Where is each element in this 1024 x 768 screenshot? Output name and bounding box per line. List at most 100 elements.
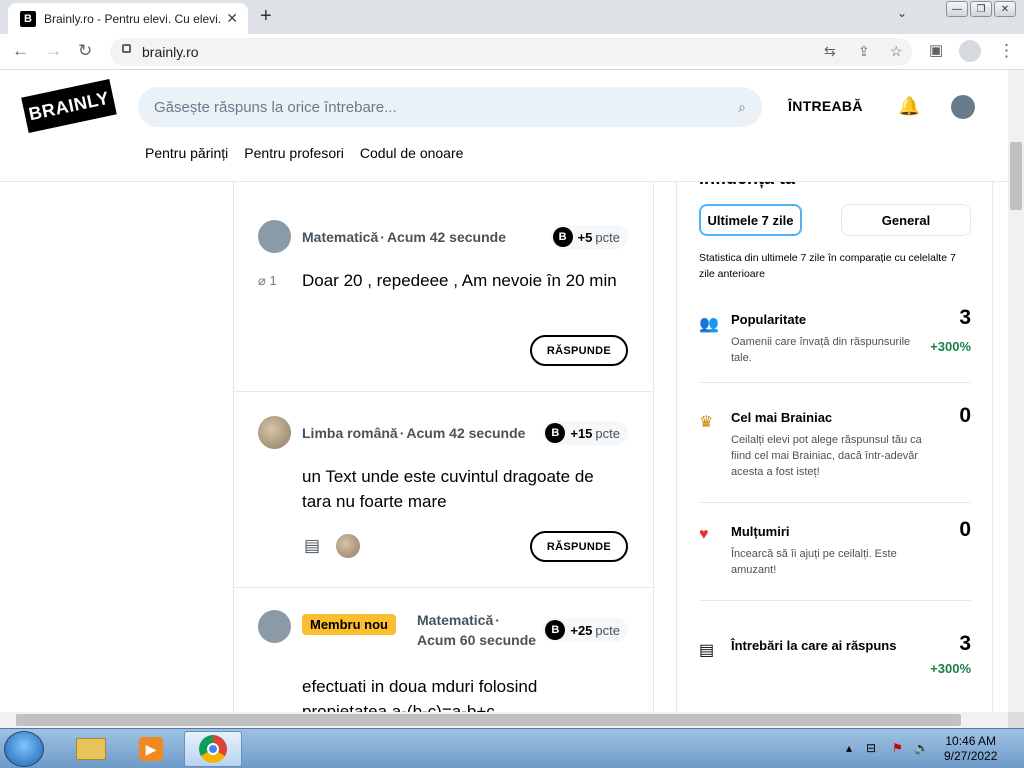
search-input[interactable]: Găsește răspuns la orice întrebare...	[154, 99, 738, 116]
question-meta: Limba română · Acum 42 secunde	[302, 425, 526, 441]
forward-arrow-icon[interactable]: →	[45, 41, 62, 61]
share-icon[interactable]: ⇪	[858, 43, 870, 60]
nav-link-honor-code[interactable]: Codul de onoare	[360, 145, 464, 161]
windows-taskbar: ▶ ▴ ⊟ ⚑ 🔈 10:46 AM 9/27/2022	[0, 728, 1024, 768]
influence-sidebar: Influența ta Ultimele 7 zile General Sta…	[676, 164, 993, 712]
brainly-b-icon: B	[552, 227, 573, 247]
stat-value: 3	[959, 632, 971, 655]
action-center-icon[interactable]: ⚑	[892, 741, 903, 755]
question-card[interactable]: Matematică · Acum 42 secunde B +5 pcte ⌀ 1 …	[234, 182, 654, 392]
user-avatar[interactable]	[258, 220, 291, 253]
side-panel-icon[interactable]: ▣	[929, 41, 943, 59]
site-header: BRAINLY Găsește răspuns la orice întreba…	[0, 70, 1008, 182]
notifications-bell-icon[interactable]: 🔔	[898, 96, 920, 117]
stat-value: 0	[959, 518, 971, 541]
new-member-badge: Membru nou	[302, 614, 396, 635]
question-meta: Matematică · Acum 42 secunde	[302, 229, 506, 245]
stat-desc: Oamenii care învață din răspunsurile tal…	[731, 336, 911, 364]
vertical-scrollbar-thumb[interactable]	[1010, 142, 1022, 210]
translate-icon[interactable]: ⇆	[824, 43, 836, 60]
brainly-b-icon: B	[545, 423, 566, 443]
tab-close-icon[interactable]: ✕	[226, 10, 238, 27]
question-card[interactable]: Limba română · Acum 42 secunde B +15 pcte u…	[234, 392, 654, 588]
tab-title: Brainly.ro - Pentru elevi. Cu elevi.	[44, 11, 221, 26]
points-badge: B +25 pcte	[543, 618, 628, 642]
file-explorer-taskbar-icon[interactable]	[62, 731, 120, 767]
stats-description: Statistica din ultimele 7 zile în compar…	[699, 252, 956, 280]
question-card[interactable]: Membru nou Matematică · Acum 60 secunde B…	[234, 588, 654, 712]
brainly-b-icon: B	[545, 620, 566, 640]
attachment-count: ⌀ 1	[258, 273, 277, 288]
lock-icon[interactable]	[122, 44, 131, 53]
question-text[interactable]: Doar 20 , repedeee , Am nevoie în 20 min	[302, 268, 622, 293]
network-icon[interactable]: ⊟	[866, 741, 876, 755]
system-clock[interactable]: 10:46 AM 9/27/2022	[944, 734, 997, 764]
stat-name: Popularitate	[731, 312, 807, 327]
search-icon[interactable]: ⌕	[738, 99, 746, 116]
clock-time: 10:46 AM	[945, 734, 997, 748]
time-label: Acum 60 secunde	[417, 632, 537, 648]
stat-name: Întrebări la care ai răspuns	[731, 638, 897, 653]
answer-button[interactable]: RĂSPUNDE	[530, 335, 628, 366]
bookmark-star-icon[interactable]: ☆	[890, 43, 903, 60]
page-viewport: Influența ta Ultimele 7 zile General Sta…	[0, 70, 1008, 712]
stat-pct: +300%	[930, 339, 971, 354]
tab-search-chevron-icon[interactable]: ⌄	[897, 6, 907, 20]
answer-button[interactable]: RĂSPUNDE	[530, 531, 628, 562]
scrollbar-corner	[1008, 712, 1024, 728]
stat-value: 0	[959, 404, 971, 427]
address-bar[interactable]: brainly.ro ⇆ ⇪ ☆	[110, 38, 912, 66]
menu-kebab-icon[interactable]: ⋮	[998, 41, 1015, 61]
stat-name: Mulțumiri	[731, 524, 790, 539]
window-controls: — ❐ ✕	[946, 1, 1016, 17]
crown-icon: ♛	[699, 414, 714, 431]
media-player-taskbar-icon[interactable]: ▶	[122, 731, 180, 767]
minimize-button[interactable]: —	[946, 1, 968, 17]
close-window-button[interactable]: ✕	[994, 1, 1016, 17]
url-text[interactable]: brainly.ro	[142, 44, 199, 60]
ask-question-button[interactable]: ÎNTREABĂ	[788, 98, 863, 114]
header-nav: Pentru părinți Pentru profesori Codul de…	[145, 145, 463, 161]
time-label: Acum 42 secunde	[406, 425, 526, 441]
answerer-avatar[interactable]	[336, 534, 360, 558]
divider	[699, 502, 971, 503]
user-avatar[interactable]	[258, 416, 291, 449]
stat-desc: Ceilalți elevi pot alege răspunsul tău c…	[731, 434, 922, 478]
nav-link-teachers[interactable]: Pentru profesori	[244, 145, 344, 161]
brainly-logo[interactable]: BRAINLY	[21, 79, 117, 133]
question-text[interactable]: efectuati in doua mduri folosind propiet…	[302, 674, 622, 712]
question-meta: Matematică · Acum 60 secunde	[417, 612, 537, 648]
new-tab-button[interactable]: +	[260, 5, 272, 28]
user-avatar[interactable]	[258, 610, 291, 643]
search-bar[interactable]: Găsește răspuns la orice întrebare... ⌕	[138, 87, 762, 127]
paperclip-icon: ⌀	[258, 273, 270, 288]
stat-desc: Încearcă să îi ajuți pe ceilalți. Este a…	[731, 548, 897, 576]
maximize-button[interactable]: ❐	[970, 1, 992, 17]
reload-icon[interactable]: ↻	[78, 41, 92, 61]
chrome-taskbar-icon[interactable]	[184, 731, 242, 767]
stat-pct: +300%	[930, 661, 971, 676]
horizontal-scrollbar-thumb[interactable]	[16, 714, 961, 726]
heart-icon: ♥	[699, 526, 709, 543]
points-badge: B +5 pcte	[550, 225, 628, 249]
subject-label[interactable]: Matematică	[302, 229, 378, 245]
question-text[interactable]: un Text unde este cuvintul dragoate de t…	[302, 464, 622, 514]
nav-link-parents[interactable]: Pentru părinți	[145, 145, 228, 161]
tray-expand-icon[interactable]: ▴	[846, 741, 852, 755]
volume-icon[interactable]: 🔈	[914, 741, 929, 755]
user-profile-avatar[interactable]	[951, 95, 975, 119]
tab-last-7-days[interactable]: Ultimele 7 zile	[699, 204, 802, 236]
subject-label[interactable]: Matematică	[417, 612, 493, 628]
browser-tab[interactable]: B Brainly.ro - Pentru elevi. Cu elevi. ✕	[8, 3, 248, 34]
stat-name: Cel mai Brainiac	[731, 410, 833, 425]
divider	[699, 382, 971, 383]
points-badge: B +15 pcte	[543, 421, 628, 445]
back-arrow-icon[interactable]: ←	[12, 41, 29, 61]
tab-general[interactable]: General	[841, 204, 971, 236]
profile-avatar-icon[interactable]	[959, 40, 981, 62]
start-button[interactable]	[4, 731, 44, 767]
questions-feed: Matematică · Acum 42 secunde B +5 pcte ⌀ 1 …	[233, 182, 654, 712]
document-icon: ▤	[699, 642, 715, 659]
subject-label[interactable]: Limba română	[302, 425, 398, 441]
browser-tab-strip: B Brainly.ro - Pentru elevi. Cu elevi. ✕…	[0, 0, 1024, 34]
